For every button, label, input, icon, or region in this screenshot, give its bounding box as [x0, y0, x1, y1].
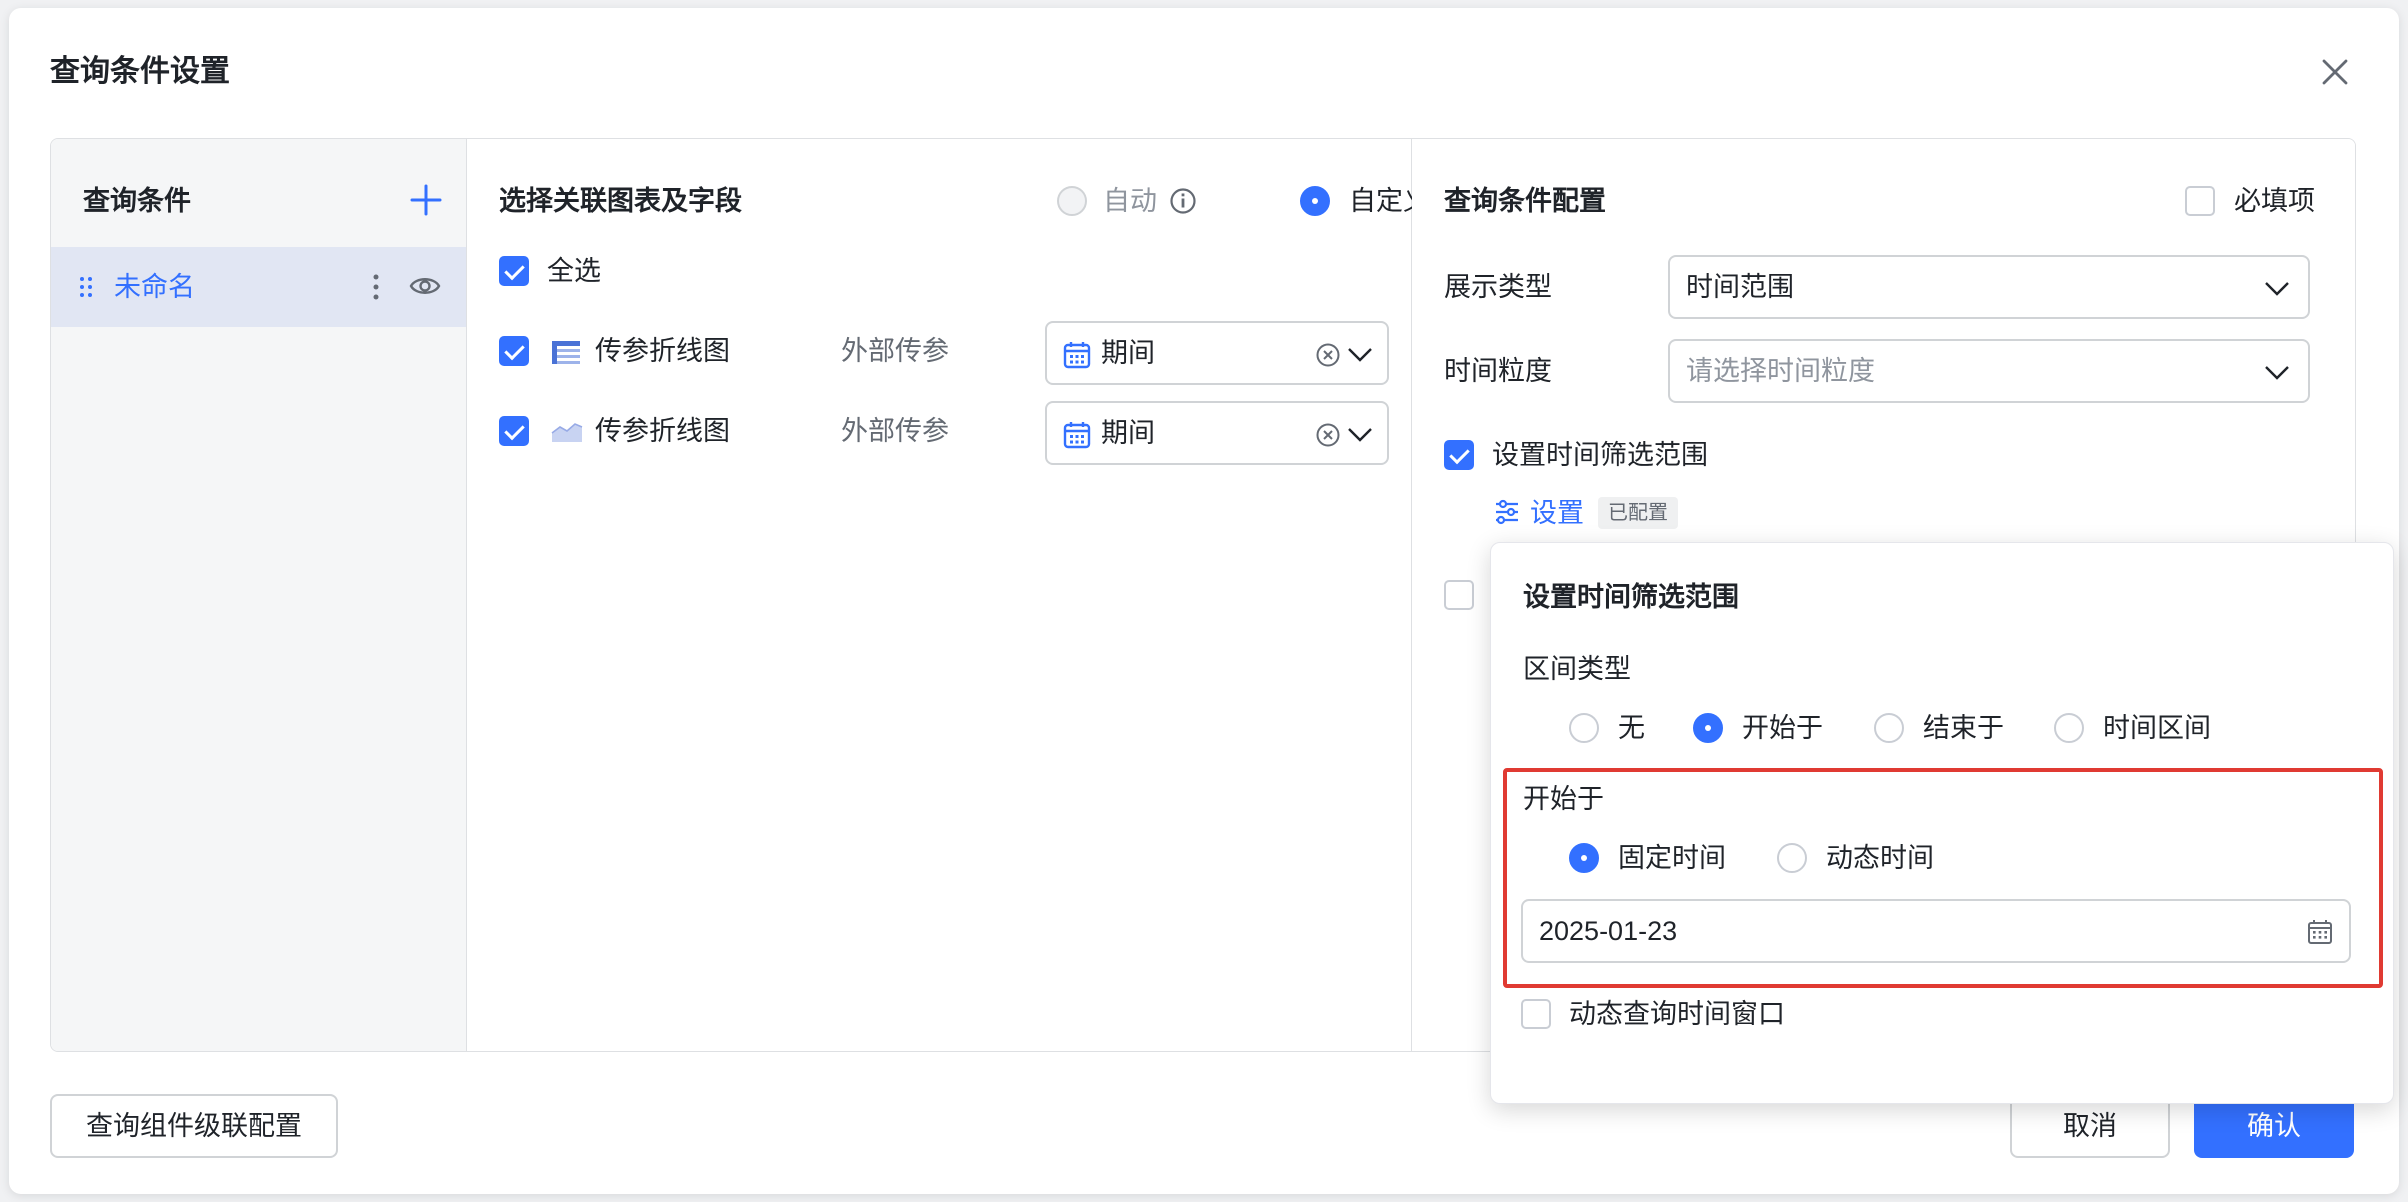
- chart-row-type: 外部传参: [841, 416, 949, 446]
- chart-row-type: 外部传参: [841, 336, 949, 366]
- highlight-box: [1503, 768, 2383, 988]
- clear-icon[interactable]: [1315, 422, 1341, 448]
- dialog-title: 查询条件设置: [50, 55, 230, 88]
- info-icon[interactable]: [1169, 187, 1197, 215]
- settings-link[interactable]: 设置: [1530, 495, 1584, 531]
- drag-handle-icon[interactable]: [79, 275, 93, 299]
- filter-range-label: 设置时间筛选范围: [1492, 440, 1708, 470]
- interval-none-label: 无: [1618, 713, 1645, 743]
- chevron-down-icon[interactable]: [1347, 427, 1373, 443]
- field-select-value: 期间: [1101, 418, 1155, 448]
- calendar-icon: [1063, 342, 1091, 369]
- chart-field-panel: 选择关联图表及字段 自动 自定义 全选 传参折线图 外部传参 期间 传参折线图 …: [467, 139, 1430, 1051]
- popover-title: 设置时间筛选范围: [1523, 582, 1739, 612]
- mode-auto-radio[interactable]: [1057, 186, 1087, 216]
- sliders-icon[interactable]: [1494, 499, 1520, 525]
- interval-start-label: 开始于: [1742, 713, 1823, 743]
- interval-end-radio[interactable]: [1874, 713, 1904, 743]
- interval-range-label: 时间区间: [2103, 713, 2211, 743]
- display-type-select[interactable]: 时间范围: [1668, 255, 2310, 319]
- more-icon[interactable]: [370, 273, 382, 301]
- chevron-down-icon[interactable]: [1347, 347, 1373, 363]
- calendar-icon: [1063, 422, 1091, 449]
- required-checkbox[interactable]: [2185, 186, 2215, 216]
- chart-row-checkbox[interactable]: [499, 336, 529, 366]
- cascade-config-button[interactable]: 查询组件级联配置: [50, 1094, 338, 1158]
- select-all-label: 全选: [547, 256, 601, 286]
- add-condition-icon[interactable]: [409, 183, 443, 217]
- extra-option-checkbox[interactable]: [1444, 580, 1474, 610]
- display-type-value: 时间范围: [1686, 272, 1794, 302]
- table-chart-icon: [552, 341, 580, 364]
- granularity-label: 时间粒度: [1444, 356, 1552, 386]
- condition-item[interactable]: 未命名: [51, 247, 466, 327]
- mode-auto-label: 自动: [1103, 186, 1157, 216]
- chart-row-name: 传参折线图: [595, 416, 730, 446]
- dynamic-window-label: 动态查询时间窗口: [1569, 999, 1785, 1029]
- condition-config-title: 查询条件配置: [1444, 186, 1606, 216]
- filter-range-checkbox[interactable]: [1444, 440, 1474, 470]
- clear-icon[interactable]: [1315, 342, 1341, 368]
- chart-row-checkbox[interactable]: [499, 416, 529, 446]
- interval-range-radio[interactable]: [2054, 713, 2084, 743]
- eye-icon[interactable]: [409, 273, 441, 299]
- select-all-checkbox[interactable]: [499, 256, 529, 286]
- required-label: 必填项: [2234, 186, 2315, 216]
- interval-none-radio[interactable]: [1569, 713, 1599, 743]
- dynamic-window-checkbox[interactable]: [1521, 999, 1551, 1029]
- field-select[interactable]: 期间: [1045, 321, 1389, 385]
- configured-badge: 已配置: [1598, 497, 1678, 529]
- display-type-label: 展示类型: [1444, 272, 1552, 302]
- chevron-down-icon[interactable]: [2264, 365, 2290, 381]
- condition-item-label: 未命名: [114, 272, 195, 302]
- chevron-down-icon[interactable]: [2264, 281, 2290, 297]
- condition-list-title: 查询条件: [83, 186, 191, 216]
- condition-list-panel: 查询条件 未命名: [51, 139, 467, 1051]
- chart-field-title: 选择关联图表及字段: [499, 186, 742, 216]
- chart-row-name: 传参折线图: [595, 336, 730, 366]
- mode-custom-radio[interactable]: [1300, 186, 1330, 216]
- interval-type-label: 区间类型: [1523, 654, 1631, 684]
- field-select-value: 期间: [1101, 338, 1155, 368]
- granularity-placeholder: 请选择时间粒度: [1686, 356, 1875, 386]
- close-icon[interactable]: [2315, 52, 2355, 92]
- area-chart-icon: [551, 423, 583, 442]
- field-select[interactable]: 期间: [1045, 401, 1389, 465]
- interval-end-label: 结束于: [1923, 713, 2004, 743]
- interval-start-radio[interactable]: [1693, 713, 1723, 743]
- granularity-select[interactable]: 请选择时间粒度: [1668, 339, 2310, 403]
